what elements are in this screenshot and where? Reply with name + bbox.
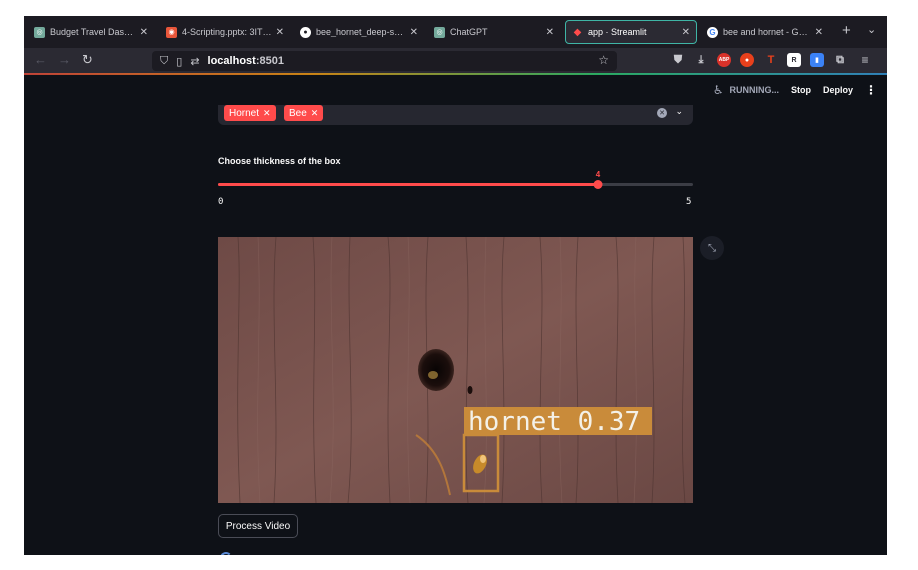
- chip-remove-icon[interactable]: ✕: [263, 108, 271, 119]
- url-port: :8501: [255, 55, 284, 67]
- forward-arrow-icon[interactable]: →: [58, 52, 71, 67]
- chip-remove-icon[interactable]: ✕: [311, 108, 319, 119]
- nest-hole: [418, 349, 454, 391]
- process-video-button[interactable]: Process Video: [218, 514, 298, 538]
- detection-label: hornet 0.37: [468, 407, 640, 437]
- thickness-slider[interactable]: [218, 180, 693, 189]
- running-person-icon: ♿: [712, 83, 724, 97]
- adblock-icon[interactable]: ABP: [717, 53, 731, 67]
- shield-icon: ⛉: [160, 54, 169, 67]
- chip-bee: Bee ✕: [284, 105, 324, 121]
- slider-thumb[interactable]: [593, 180, 603, 189]
- back-arrow-icon[interactable]: ←: [34, 52, 47, 67]
- spinner-icon: [220, 552, 232, 555]
- puzzle-icon[interactable]: ⧉: [833, 53, 847, 67]
- tab-strip: ◎ Budget Travel Dashboard ✕ ◉ 4-Scriptin…: [24, 16, 887, 48]
- container-extension-icon[interactable]: ▮: [810, 53, 824, 67]
- app-header-toolbar: ♿ RUNNING... Stop Deploy ⋮: [713, 83, 877, 97]
- permissions-icon[interactable]: ⇄: [190, 55, 199, 68]
- chevron-down-icon[interactable]: ⌄: [867, 23, 876, 36]
- url-host: localhost: [207, 55, 256, 67]
- kebab-menu-icon[interactable]: ⋮: [865, 83, 877, 97]
- pocket-icon[interactable]: ⛊: [671, 53, 685, 67]
- shield-extension-icon[interactable]: ●: [740, 53, 754, 67]
- tab-chatgpt[interactable]: ◎ ChatGPT ✕: [428, 20, 560, 44]
- reader-extension-icon[interactable]: R: [787, 53, 801, 67]
- tab-title: 4-Scripting.pptx: 3ITF - Bo: [182, 27, 272, 37]
- slider-min: 0: [218, 197, 224, 207]
- close-icon[interactable]: ✕: [140, 27, 148, 38]
- tab-budget-travel[interactable]: ◎ Budget Travel Dashboard ✕: [28, 20, 154, 44]
- stop-button[interactable]: Stop: [791, 85, 811, 95]
- class-multiselect[interactable]: Hornet ✕ Bee ✕ ✕ ⌄: [218, 105, 693, 125]
- slider-label: Choose thickness of the box: [218, 156, 341, 166]
- chip-label: Hornet: [229, 107, 260, 119]
- close-icon[interactable]: ✕: [276, 27, 284, 38]
- tab-title: bee and hornet - Google Se: [723, 27, 811, 37]
- chatgpt-icon: ◎: [34, 26, 45, 38]
- slider-current-value: 4: [595, 170, 601, 179]
- github-icon: ●: [300, 26, 311, 38]
- clear-all-icon[interactable]: ✕: [657, 108, 667, 118]
- text-extension-icon[interactable]: T: [764, 53, 778, 67]
- streamlit-app: ♿ RUNNING... Stop Deploy ⋮ Hornet ✕ Bee …: [24, 75, 887, 555]
- chatgpt-icon: ◎: [434, 26, 445, 38]
- tab-title: bee_hornet_deep-sort/yolo: [316, 27, 406, 37]
- tab-streamlit-app[interactable]: ◆ app · Streamlit ✕: [565, 20, 697, 44]
- running-status: RUNNING...: [729, 85, 779, 95]
- streamlit-icon: ◆: [573, 26, 582, 38]
- address-bar[interactable]: ⛉ ▯ ⇄ localhost:8501 ☆: [152, 51, 617, 71]
- close-icon[interactable]: ✕: [410, 27, 418, 38]
- video-frame-image: hornet 0.37: [218, 237, 693, 503]
- chevron-down-icon[interactable]: ⌄: [675, 106, 683, 117]
- navigation-bar: ← → ↻ ⛉ ▯ ⇄ localhost:8501 ☆ ⛊ ⤓ ABP ● T…: [24, 48, 887, 74]
- tab-scripting-pptx[interactable]: ◉ 4-Scripting.pptx: 3ITF - Bo ✕: [160, 20, 290, 44]
- tab-title: app · Streamlit: [588, 27, 647, 37]
- page-icon: ▯: [176, 55, 183, 68]
- close-icon[interactable]: ✕: [815, 27, 823, 38]
- close-icon[interactable]: ✕: [682, 27, 690, 38]
- tab-github[interactable]: ● bee_hornet_deep-sort/yolo ✕: [294, 20, 424, 44]
- menu-icon[interactable]: ≡: [858, 53, 872, 67]
- deploy-button[interactable]: Deploy: [823, 85, 853, 95]
- browser-window: ◎ Budget Travel Dashboard ✕ ◉ 4-Scriptin…: [24, 16, 887, 555]
- slider-fill: [218, 183, 598, 186]
- fullscreen-icon[interactable]: ⤡: [700, 236, 724, 260]
- download-icon[interactable]: ⤓: [694, 53, 708, 67]
- slider-max: 5: [686, 197, 692, 207]
- video-frame: hornet 0.37: [218, 237, 693, 503]
- tab-google-search[interactable]: G bee and hornet - Google Se ✕: [701, 20, 829, 44]
- bookmark-star-icon[interactable]: ☆: [598, 53, 609, 67]
- office-icon: ◉: [166, 26, 177, 38]
- reload-icon[interactable]: ↻: [82, 52, 93, 68]
- new-tab-button[interactable]: +: [842, 22, 851, 39]
- chip-label: Bee: [289, 107, 307, 119]
- google-icon: G: [707, 26, 718, 38]
- chip-hornet: Hornet ✕: [224, 105, 276, 121]
- close-icon[interactable]: ✕: [546, 27, 554, 38]
- tab-title: Budget Travel Dashboard: [50, 27, 136, 37]
- tab-title: ChatGPT: [450, 27, 488, 37]
